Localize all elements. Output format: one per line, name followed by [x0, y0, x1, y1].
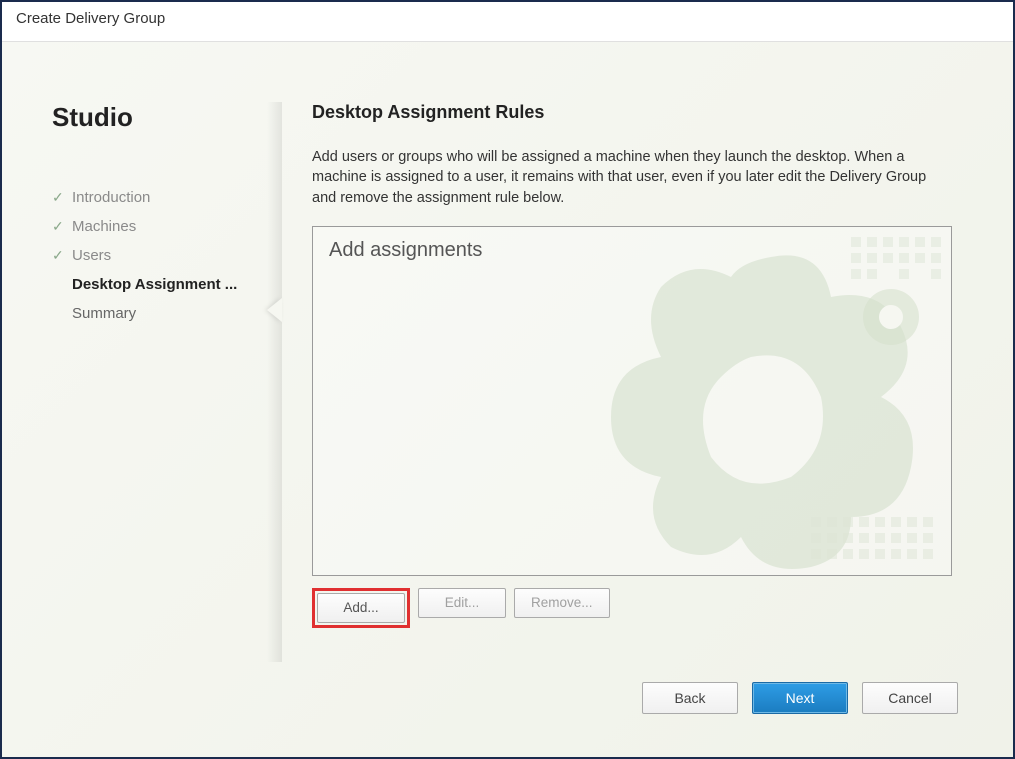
step-label: Summary — [72, 305, 136, 322]
window-title: Create Delivery Group — [16, 10, 165, 27]
step-label: Desktop Assignment ... — [72, 276, 237, 293]
wizard-window: Create Delivery Group Studio Introductio… — [0, 0, 1015, 759]
content-panel: Desktop Assignment Rules Add users or gr… — [282, 102, 978, 722]
sidebar-title: Studio — [52, 102, 282, 133]
step-summary[interactable]: Summary — [52, 299, 282, 328]
remove-button[interactable]: Remove... — [514, 588, 610, 618]
wizard-body: Studio Introduction Machines Users Deskt… — [2, 42, 1013, 757]
panel-shadow — [267, 102, 282, 662]
page-description: Add users or groups who will be assigned… — [312, 147, 952, 208]
action-row: Add... Edit... Remove... — [312, 588, 958, 628]
list-placeholder: Add assignments — [329, 239, 935, 262]
step-label: Introduction — [72, 189, 150, 206]
title-bar: Create Delivery Group — [2, 2, 1013, 42]
next-button[interactable]: Next — [752, 682, 848, 714]
panel-pointer-icon — [267, 298, 282, 322]
step-users[interactable]: Users — [52, 241, 282, 270]
cancel-button[interactable]: Cancel — [862, 682, 958, 714]
decorative-pattern-icon — [551, 226, 952, 576]
step-desktop-assignment[interactable]: Desktop Assignment ... — [52, 270, 282, 299]
add-button[interactable]: Add... — [317, 593, 405, 623]
step-label: Users — [72, 247, 111, 264]
assignments-list[interactable]: Add assignments — [312, 226, 952, 576]
edit-button[interactable]: Edit... — [418, 588, 506, 618]
page-title: Desktop Assignment Rules — [312, 102, 958, 123]
step-list: Introduction Machines Users Desktop Assi… — [52, 183, 282, 328]
back-button[interactable]: Back — [642, 682, 738, 714]
wizard-footer: Back Next Cancel — [642, 682, 958, 714]
add-button-highlight: Add... — [312, 588, 410, 628]
sidebar: Studio Introduction Machines Users Deskt… — [2, 42, 282, 757]
step-introduction[interactable]: Introduction — [52, 183, 282, 212]
step-machines[interactable]: Machines — [52, 212, 282, 241]
step-label: Machines — [72, 218, 136, 235]
